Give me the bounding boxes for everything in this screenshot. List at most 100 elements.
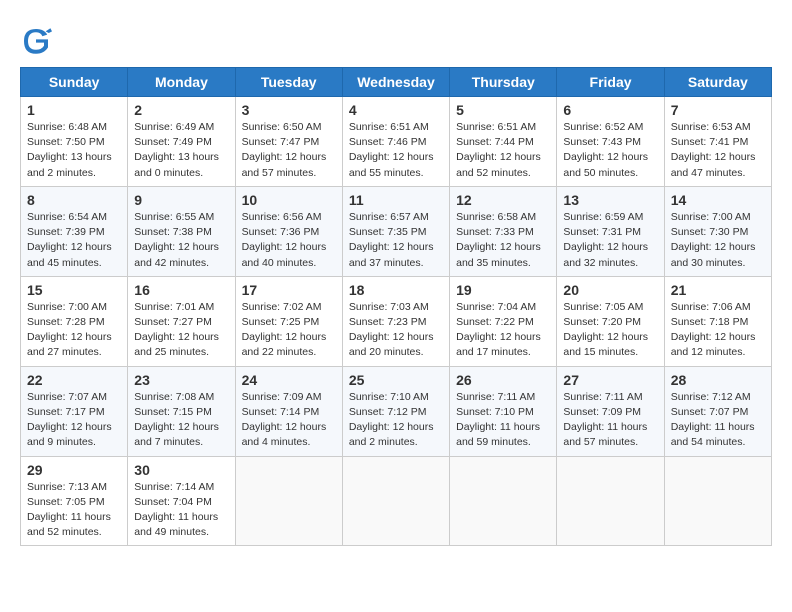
day-info: Sunrise: 6:55 AM Sunset: 7:38 PM Dayligh… — [134, 210, 228, 271]
day-number: 10 — [242, 192, 336, 208]
calendar-cell — [342, 456, 449, 546]
calendar-cell: 2 Sunrise: 6:49 AM Sunset: 7:49 PM Daylig… — [128, 97, 235, 187]
calendar-cell: 12Sunrise: 6:58 AM Sunset: 7:33 PM Dayli… — [450, 186, 557, 276]
calendar-cell: 10 Sunrise: 6:56 AM Sunset: 7:36 PM Dayli… — [235, 186, 342, 276]
day-number: 9 — [134, 192, 228, 208]
day-number: 30 — [134, 462, 228, 478]
day-info: Sunrise: 6:48 AM Sunset: 7:50 PM Dayligh… — [27, 120, 121, 181]
day-info: Sunrise: 6:59 AM Sunset: 7:31 PM Dayligh… — [563, 210, 657, 271]
day-number: 2 — [134, 102, 228, 118]
calendar-cell — [235, 456, 342, 546]
calendar-cell: 23 Sunrise: 7:08 AM Sunset: 7:15 PM Dayli… — [128, 366, 235, 456]
day-info: Sunrise: 7:02 AM Sunset: 7:25 PM Dayligh… — [242, 300, 336, 361]
day-number: 15 — [27, 282, 121, 298]
calendar-cell: 6 Sunrise: 6:52 AM Sunset: 7:43 PM Daylig… — [557, 97, 664, 187]
column-header-wednesday: Wednesday — [342, 68, 449, 97]
calendar-cell: 27Sunrise: 7:11 AM Sunset: 7:09 PM Dayli… — [557, 366, 664, 456]
day-number: 3 — [242, 102, 336, 118]
day-info: Sunrise: 7:10 AM Sunset: 7:12 PM Dayligh… — [349, 390, 443, 451]
calendar-cell: 24 Sunrise: 7:09 AM Sunset: 7:14 PM Dayli… — [235, 366, 342, 456]
day-number: 13 — [563, 192, 657, 208]
calendar-cell: 20 Sunrise: 7:05 AM Sunset: 7:20 PM Dayli… — [557, 276, 664, 366]
day-number: 26 — [456, 372, 550, 388]
calendar-cell: 18 Sunrise: 7:03 AM Sunset: 7:23 PM Dayli… — [342, 276, 449, 366]
column-header-friday: Friday — [557, 68, 664, 97]
calendar-cell: 17 Sunrise: 7:02 AM Sunset: 7:25 PM Dayli… — [235, 276, 342, 366]
calendar-cell: 29 Sunrise: 7:13 AM Sunset: 7:05 PM Dayli… — [21, 456, 128, 546]
day-number: 28 — [671, 372, 765, 388]
calendar-cell: 15 Sunrise: 7:00 AM Sunset: 7:28 PM Dayli… — [21, 276, 128, 366]
calendar-cell: 16Sunrise: 7:01 AM Sunset: 7:27 PM Dayli… — [128, 276, 235, 366]
day-number: 20 — [563, 282, 657, 298]
day-info: Sunrise: 6:54 AM Sunset: 7:39 PM Dayligh… — [27, 210, 121, 271]
page-header — [20, 20, 772, 57]
day-info: Sunrise: 7:05 AM Sunset: 7:20 PM Dayligh… — [563, 300, 657, 361]
day-info: Sunrise: 6:58 AM Sunset: 7:33 PM Dayligh… — [456, 210, 550, 271]
day-info: Sunrise: 6:49 AM Sunset: 7:49 PM Dayligh… — [134, 120, 228, 181]
calendar-cell — [664, 456, 771, 546]
calendar-cell: 14 Sunrise: 7:00 AM Sunset: 7:30 PM Dayli… — [664, 186, 771, 276]
calendar-cell — [450, 456, 557, 546]
calendar-cell: 26 Sunrise: 7:11 AM Sunset: 7:10 PM Dayli… — [450, 366, 557, 456]
calendar-week-row: 22 Sunrise: 7:07 AM Sunset: 7:17 PM Dayli… — [21, 366, 772, 456]
day-number: 29 — [27, 462, 121, 478]
calendar-week-row: 1 Sunrise: 6:48 AM Sunset: 7:50 PM Daylig… — [21, 97, 772, 187]
day-number: 27 — [563, 372, 657, 388]
day-info: Sunrise: 6:56 AM Sunset: 7:36 PM Dayligh… — [242, 210, 336, 271]
calendar-cell: 13 Sunrise: 6:59 AM Sunset: 7:31 PM Dayli… — [557, 186, 664, 276]
column-header-thursday: Thursday — [450, 68, 557, 97]
calendar-cell: 8 Sunrise: 6:54 AM Sunset: 7:39 PM Daylig… — [21, 186, 128, 276]
calendar-cell: 19 Sunrise: 7:04 AM Sunset: 7:22 PM Dayli… — [450, 276, 557, 366]
day-info: Sunrise: 6:51 AM Sunset: 7:44 PM Dayligh… — [456, 120, 550, 181]
day-number: 22 — [27, 372, 121, 388]
day-info: Sunrise: 7:04 AM Sunset: 7:22 PM Dayligh… — [456, 300, 550, 361]
day-info: Sunrise: 7:12 AM Sunset: 7:07 PM Dayligh… — [671, 390, 765, 451]
day-info: Sunrise: 7:13 AM Sunset: 7:05 PM Dayligh… — [27, 480, 121, 541]
day-info: Sunrise: 7:03 AM Sunset: 7:23 PM Dayligh… — [349, 300, 443, 361]
day-number: 16 — [134, 282, 228, 298]
day-info: Sunrise: 6:52 AM Sunset: 7:43 PM Dayligh… — [563, 120, 657, 181]
calendar-cell: 3 Sunrise: 6:50 AM Sunset: 7:47 PM Daylig… — [235, 97, 342, 187]
day-number: 6 — [563, 102, 657, 118]
day-info: Sunrise: 7:06 AM Sunset: 7:18 PM Dayligh… — [671, 300, 765, 361]
calendar-cell: 22 Sunrise: 7:07 AM Sunset: 7:17 PM Dayli… — [21, 366, 128, 456]
day-info: Sunrise: 7:00 AM Sunset: 7:30 PM Dayligh… — [671, 210, 765, 271]
day-info: Sunrise: 7:14 AM Sunset: 7:04 PM Dayligh… — [134, 480, 228, 541]
day-number: 11 — [349, 192, 443, 208]
calendar-cell: 7Sunrise: 6:53 AM Sunset: 7:41 PM Daylig… — [664, 97, 771, 187]
day-info: Sunrise: 7:07 AM Sunset: 7:17 PM Dayligh… — [27, 390, 121, 451]
day-number: 23 — [134, 372, 228, 388]
day-number: 19 — [456, 282, 550, 298]
day-info: Sunrise: 6:57 AM Sunset: 7:35 PM Dayligh… — [349, 210, 443, 271]
column-header-tuesday: Tuesday — [235, 68, 342, 97]
day-number: 14 — [671, 192, 765, 208]
calendar-cell: 25 Sunrise: 7:10 AM Sunset: 7:12 PM Dayli… — [342, 366, 449, 456]
logo — [20, 25, 56, 57]
day-number: 17 — [242, 282, 336, 298]
calendar-week-row: 8 Sunrise: 6:54 AM Sunset: 7:39 PM Daylig… — [21, 186, 772, 276]
calendar-cell: 11 Sunrise: 6:57 AM Sunset: 7:35 PM Dayli… — [342, 186, 449, 276]
day-info: Sunrise: 7:11 AM Sunset: 7:10 PM Dayligh… — [456, 390, 550, 451]
column-header-saturday: Saturday — [664, 68, 771, 97]
day-number: 1 — [27, 102, 121, 118]
calendar-week-row: 15 Sunrise: 7:00 AM Sunset: 7:28 PM Dayli… — [21, 276, 772, 366]
calendar-cell: 30 Sunrise: 7:14 AM Sunset: 7:04 PM Dayli… — [128, 456, 235, 546]
day-number: 4 — [349, 102, 443, 118]
calendar-cell: 5Sunrise: 6:51 AM Sunset: 7:44 PM Daylig… — [450, 97, 557, 187]
day-number: 21 — [671, 282, 765, 298]
calendar-cell: 21 Sunrise: 7:06 AM Sunset: 7:18 PM Dayli… — [664, 276, 771, 366]
day-info: Sunrise: 6:50 AM Sunset: 7:47 PM Dayligh… — [242, 120, 336, 181]
calendar-header-row: SundayMondayTuesdayWednesdayThursdayFrid… — [21, 68, 772, 97]
day-number: 24 — [242, 372, 336, 388]
logo-icon — [20, 25, 52, 57]
calendar-cell: 28 Sunrise: 7:12 AM Sunset: 7:07 PM Dayli… — [664, 366, 771, 456]
day-info: Sunrise: 7:08 AM Sunset: 7:15 PM Dayligh… — [134, 390, 228, 451]
day-info: Sunrise: 7:00 AM Sunset: 7:28 PM Dayligh… — [27, 300, 121, 361]
calendar-cell: 1 Sunrise: 6:48 AM Sunset: 7:50 PM Daylig… — [21, 97, 128, 187]
day-info: Sunrise: 7:09 AM Sunset: 7:14 PM Dayligh… — [242, 390, 336, 451]
day-number: 18 — [349, 282, 443, 298]
day-number: 8 — [27, 192, 121, 208]
day-info: Sunrise: 6:53 AM Sunset: 7:41 PM Dayligh… — [671, 120, 765, 181]
day-number: 25 — [349, 372, 443, 388]
calendar-cell: 4Sunrise: 6:51 AM Sunset: 7:46 PM Daylig… — [342, 97, 449, 187]
